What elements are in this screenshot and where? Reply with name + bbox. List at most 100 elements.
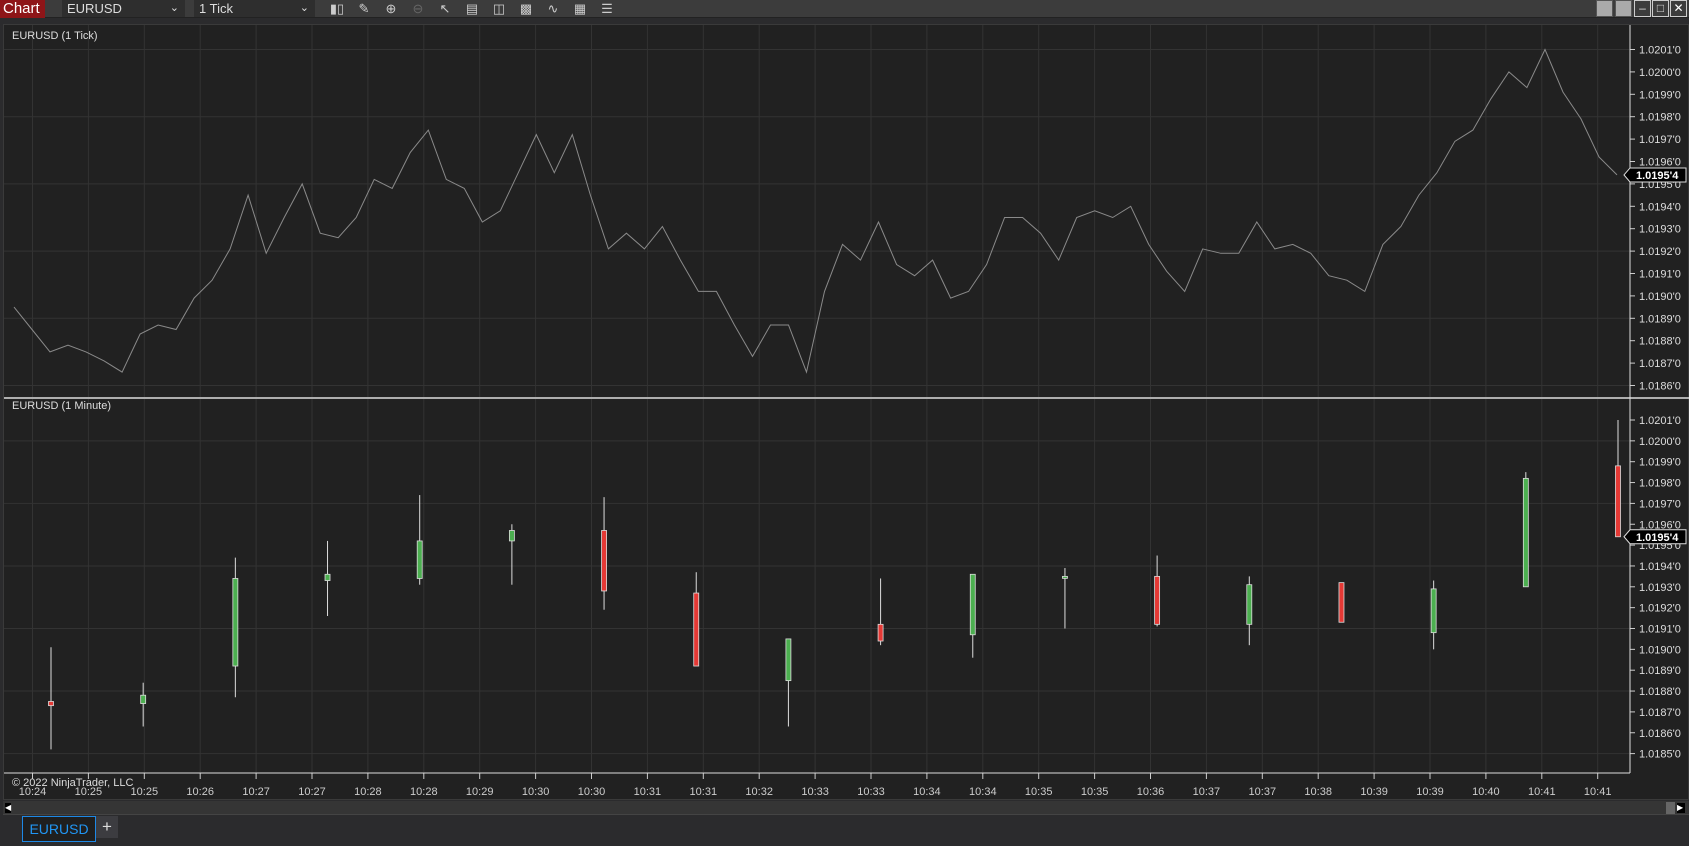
- price-axis-label: 1.0194'0: [1639, 561, 1681, 573]
- chart-menu-button[interactable]: Chart: [0, 0, 45, 18]
- candle-body: [1154, 575, 1161, 625]
- horizontal-scrollbar[interactable]: ◀ ▶: [3, 801, 1689, 815]
- time-axis-label: 10:37: [1193, 786, 1221, 798]
- window-link-icon[interactable]: [1615, 0, 1632, 17]
- time-axis-label: 10:38: [1304, 786, 1332, 798]
- candle: [693, 572, 700, 667]
- instrument-value: EURUSD: [67, 1, 122, 16]
- price-axis-label: 1.0199'0: [1639, 457, 1681, 469]
- candle-body: [1338, 582, 1345, 623]
- candle-body: [877, 623, 884, 642]
- price-axis-label: 1.0197'0: [1639, 134, 1681, 146]
- candle-body: [416, 540, 423, 579]
- candle: [1338, 582, 1345, 623]
- chart-panel[interactable]: 10:24 10:25 10:25 10:26 10:27 10:27 10:28 10:28…: [3, 24, 1689, 800]
- price-axis-label: 1.0186'0: [1639, 381, 1681, 393]
- time-axis-label: 10:27: [298, 786, 326, 798]
- strategies-icon[interactable]: ∿: [543, 1, 563, 17]
- price-axis-label: 1.0188'0: [1639, 336, 1681, 348]
- chart-toolbar: Chart EURUSD ⌄ 1 Tick ⌄ ▮▯ ✎ ⊕ ⊖ ↖ ▤ ◫ ▩ ∿ ▦ ☰ – □ ✕: [0, 0, 1689, 18]
- chevron-down-icon: ⌄: [169, 2, 179, 14]
- tab-eurusd[interactable]: EURUSD: [22, 816, 96, 842]
- candle-body: [1062, 575, 1068, 579]
- time-axis-label: 10:34: [969, 786, 997, 798]
- top-last-price-marker: 1.0195'4: [1623, 167, 1687, 183]
- candle-body: [693, 592, 700, 667]
- candle-body: [232, 578, 239, 667]
- time-axis-label: 10:31: [690, 786, 718, 798]
- price-axis-label: 1.0196'0: [1639, 157, 1681, 169]
- chart-trader-icon[interactable]: ◫: [489, 1, 509, 17]
- price-axis-label: 1.0186'0: [1639, 728, 1681, 740]
- candle-body: [48, 701, 54, 707]
- price-axis-label: 1.0191'0: [1639, 269, 1681, 281]
- time-axis-label: 10:30: [578, 786, 606, 798]
- interval-value: 1 Tick: [199, 1, 233, 16]
- price-axis-label: 1.0187'0: [1639, 707, 1681, 719]
- price-axis-label: 1.0189'0: [1639, 665, 1681, 677]
- top-pane-title: EURUSD (1 Tick): [12, 30, 98, 42]
- time-axis-label: 10:37: [1249, 786, 1277, 798]
- candle: [1522, 472, 1529, 588]
- bar-type-icon[interactable]: ▮▯: [327, 1, 347, 17]
- scroll-thumb[interactable]: [1666, 802, 1675, 814]
- time-axis-label: 10:25: [131, 786, 159, 798]
- candle: [416, 495, 423, 585]
- candle-body: [140, 694, 147, 704]
- scroll-left-icon[interactable]: ◀: [5, 803, 11, 813]
- price-axis-label: 1.0192'0: [1639, 603, 1681, 615]
- price-axis-label: 1.0189'0: [1639, 313, 1681, 325]
- candle: [1246, 576, 1253, 646]
- candle-body: [969, 573, 976, 636]
- time-axis-label: 10:29: [466, 786, 494, 798]
- price-axis-label: 1.0190'0: [1639, 644, 1681, 656]
- add-tab-button[interactable]: +: [96, 816, 118, 838]
- bottom-last-price-marker: 1.0195'4: [1623, 529, 1687, 545]
- time-axis-label: 10:28: [410, 786, 438, 798]
- price-axis-label: 1.0191'0: [1639, 624, 1681, 636]
- candle-body: [1522, 477, 1529, 588]
- price-axis-label: 1.0192'0: [1639, 246, 1681, 258]
- bottom-pane-title: EURUSD (1 Minute): [12, 400, 112, 412]
- time-axis-label: 10:34: [913, 786, 941, 798]
- candle: [48, 647, 54, 750]
- chevron-down-icon: ⌄: [299, 2, 309, 14]
- time-axis-label: 10:35: [1081, 786, 1109, 798]
- candle: [601, 497, 607, 610]
- candle: [1615, 420, 1621, 538]
- instrument-selector[interactable]: EURUSD ⌄: [62, 0, 185, 17]
- price-axis-label: 1.0197'0: [1639, 498, 1681, 510]
- minimize-icon[interactable]: –: [1634, 0, 1651, 17]
- properties-icon[interactable]: ▩: [516, 1, 536, 17]
- time-axis-label: 10:26: [186, 786, 214, 798]
- candle-body: [1430, 588, 1437, 634]
- price-marker-label: 1.0195'4: [1636, 170, 1679, 182]
- candle-body: [785, 638, 792, 682]
- maximize-icon[interactable]: □: [1652, 0, 1669, 17]
- candle-body: [1246, 584, 1253, 625]
- zoom-in-icon[interactable]: ⊕: [381, 1, 401, 17]
- zoom-out-icon[interactable]: ⊖: [408, 1, 428, 17]
- candle: [232, 557, 239, 698]
- time-axis-label: 10:33: [857, 786, 885, 798]
- drawing-tool-icon[interactable]: ✎: [354, 1, 374, 17]
- candle: [1430, 580, 1437, 650]
- candle: [508, 524, 515, 585]
- close-icon[interactable]: ✕: [1670, 0, 1687, 17]
- price-axis-label: 1.0194'0: [1639, 201, 1681, 213]
- window-group-icon[interactable]: [1596, 0, 1613, 17]
- time-axis-label: 10:36: [1137, 786, 1165, 798]
- data-box-icon[interactable]: ▤: [462, 1, 482, 17]
- interval-selector[interactable]: 1 Tick ⌄: [194, 0, 315, 17]
- objects-list-icon[interactable]: ☰: [597, 1, 617, 17]
- scroll-right-icon[interactable]: ▶: [1677, 803, 1685, 813]
- candle-body: [508, 530, 515, 542]
- pointer-icon[interactable]: ↖: [435, 1, 455, 17]
- time-axis-label: 10:33: [801, 786, 829, 798]
- chart-canvas[interactable]: 10:24 10:25 10:25 10:26 10:27 10:27 10:28 10:28…: [4, 25, 1689, 801]
- time-axis-label: 10:30: [522, 786, 550, 798]
- time-axis-label: 10:28: [354, 786, 382, 798]
- price-axis-label: 1.0193'0: [1639, 582, 1681, 594]
- indicators-icon[interactable]: ▦: [570, 1, 590, 17]
- price-axis-label: 1.0198'0: [1639, 478, 1681, 490]
